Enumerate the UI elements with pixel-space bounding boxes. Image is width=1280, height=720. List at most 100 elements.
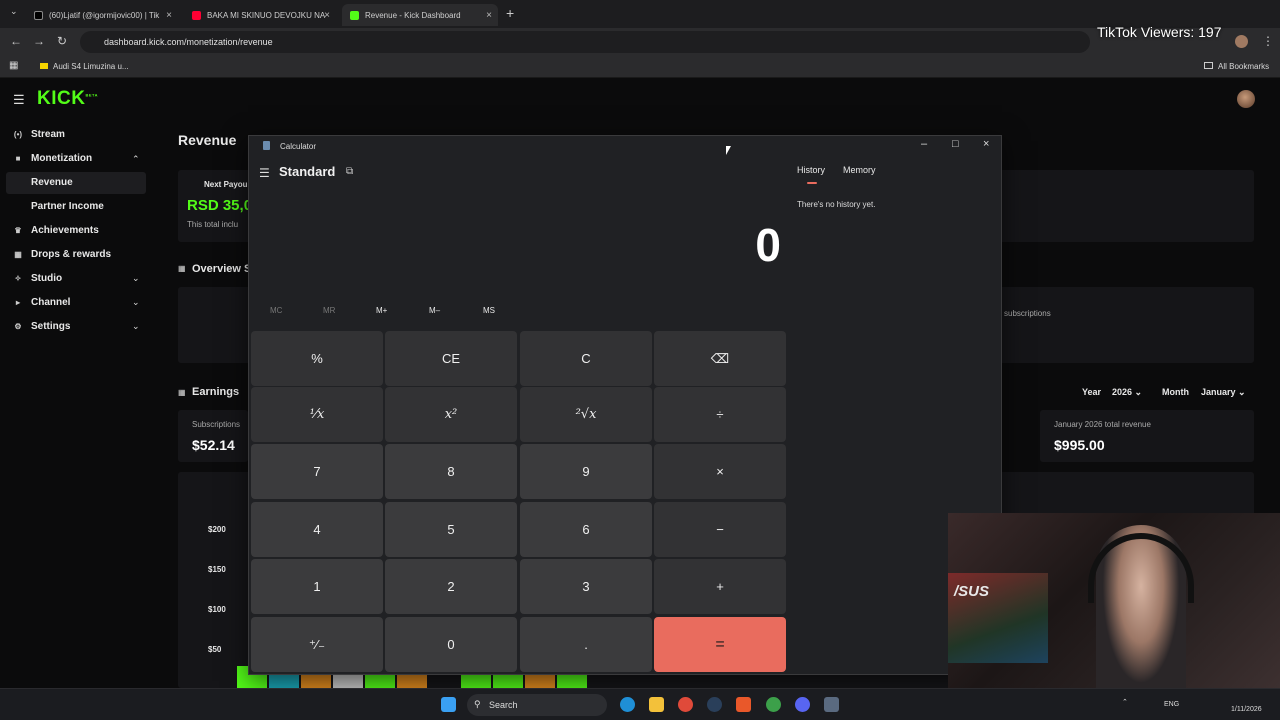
new-tab-icon[interactable]: + <box>506 5 514 21</box>
multiply-button[interactable]: × <box>654 444 786 499</box>
digit-8-button[interactable]: 8 <box>385 444 517 499</box>
percent-button[interactable]: % <box>251 331 383 386</box>
square-button[interactable]: x² <box>385 387 517 442</box>
digit-2-button[interactable]: 2 <box>385 559 517 614</box>
total-revenue-label: January 2026 total revenue <box>1054 420 1151 429</box>
sidebar-item-partner-income[interactable]: Partner Income <box>31 201 104 212</box>
clear-button[interactable]: C <box>520 331 652 386</box>
tab-title: Revenue - Kick Dashboard <box>365 10 461 20</box>
close-icon[interactable]: × <box>983 138 989 150</box>
sidebar-item-monetization[interactable]: ■ Monetization <box>12 153 93 164</box>
bookmark-audi[interactable]: Audi S4 Limuzina u... <box>40 62 129 71</box>
windows-start-icon[interactable] <box>441 697 456 712</box>
youtube-favicon-icon <box>192 10 201 20</box>
profile-avatar-icon[interactable] <box>1235 35 1248 48</box>
chrome-canary-icon[interactable] <box>766 697 781 712</box>
memory-add-button[interactable]: M+ <box>376 306 387 315</box>
browser-tab-kick[interactable]: Revenue - Kick Dashboard × <box>342 4 498 26</box>
tray-chevron-icon[interactable]: ⌃ <box>1122 698 1128 706</box>
sidebar-item-stream[interactable]: (•) Stream <box>12 129 65 140</box>
kick-favicon-icon <box>350 10 359 20</box>
memory-subtract-button[interactable]: M– <box>429 306 440 315</box>
sidebar-label: Studio <box>31 273 63 284</box>
navigation-menu-icon[interactable]: ☰ <box>259 166 270 180</box>
discord-icon[interactable] <box>795 697 810 712</box>
user-avatar[interactable] <box>1237 90 1255 108</box>
gear-icon: ⚙ <box>14 322 22 331</box>
reciprocal-button[interactable]: ¹⁄x <box>251 387 383 442</box>
payout-label: Next Payou <box>204 180 248 189</box>
chevron-up-icon[interactable]: ⌃ <box>132 154 140 165</box>
window-title: Calculator <box>280 142 317 151</box>
subtract-button[interactable]: − <box>654 502 786 557</box>
year-value: 2026 <box>1112 387 1133 397</box>
chevron-down-icon: ⌄ <box>1238 387 1246 397</box>
add-button[interactable]: + <box>654 559 786 614</box>
digit-1-button[interactable]: 1 <box>251 559 383 614</box>
trophy-icon: ♛ <box>14 226 22 235</box>
address-bar[interactable]: dashboard.kick.com/monetization/revenue <box>80 31 1090 53</box>
subscriptions-earnings-label: Subscriptions <box>192 420 241 429</box>
chevron-down-icon[interactable]: ⌄ <box>132 297 140 308</box>
sidebar-item-achievements[interactable]: ♛ Achievements <box>12 225 98 236</box>
language-indicator[interactable]: ENG <box>1164 701 1179 708</box>
reload-icon[interactable]: ↻ <box>57 34 67 48</box>
taskbar-search[interactable]: ⚲ Search <box>467 694 607 716</box>
close-tab-icon[interactable]: × <box>486 10 492 21</box>
chevron-down-icon[interactable]: ⌄ <box>132 273 140 284</box>
tiktok-viewers-overlay: TikTok Viewers: 197 <box>1097 24 1222 40</box>
close-tab-icon[interactable]: × <box>324 10 330 21</box>
decimal-button[interactable]: . <box>520 617 652 672</box>
keep-on-top-icon[interactable]: ⧉ <box>346 166 353 177</box>
tab-list-chevron-icon[interactable]: ⌄ <box>10 6 18 17</box>
chrome-icon[interactable] <box>678 697 693 712</box>
digit-3-button[interactable]: 3 <box>520 559 652 614</box>
digit-6-button[interactable]: 6 <box>520 502 652 557</box>
close-tab-icon[interactable]: × <box>166 10 172 21</box>
subscriptions-card: Subscriptions $52.14 <box>178 410 248 462</box>
kick-logo[interactable]: KICKBETA <box>37 88 98 110</box>
forward-icon[interactable]: → <box>33 34 45 48</box>
clock-date[interactable]: 1/11/2026 <box>1231 706 1262 713</box>
minimize-icon[interactable]: – <box>921 138 927 150</box>
digit-4-button[interactable]: 4 <box>251 502 383 557</box>
month-select[interactable]: January ⌄ <box>1201 387 1246 398</box>
sidebar-item-channel[interactable]: ▸ Channel <box>12 297 70 308</box>
menu-kebab-icon[interactable]: ⋮ <box>1262 34 1274 48</box>
square-root-button[interactable]: ²√x <box>520 387 652 442</box>
browser-tab-youtube[interactable]: BAKA MI SKINUO DEVOJKU NA × <box>184 4 336 26</box>
chart-tick: $50 <box>208 645 222 654</box>
brave-icon[interactable] <box>736 697 751 712</box>
digit-0-button[interactable]: 0 <box>385 617 517 672</box>
edge-icon[interactable] <box>620 697 635 712</box>
backspace-button[interactable]: ⌫ <box>654 331 786 386</box>
sidebar-item-studio[interactable]: ✧ Studio <box>12 273 62 284</box>
calculator-window[interactable]: Calculator – □ × ☰ Standard ⧉ 0 MC MR M+… <box>248 135 1002 675</box>
sidebar-item-drops[interactable]: ▦ Drops & rewards <box>12 249 111 260</box>
chevron-down-icon[interactable]: ⌄ <box>132 321 140 332</box>
memory-store-button[interactable]: MS <box>483 306 495 315</box>
history-tab[interactable]: History <box>797 165 825 175</box>
digit-5-button[interactable]: 5 <box>385 502 517 557</box>
steam-icon[interactable] <box>707 697 722 712</box>
divide-button[interactable]: ÷ <box>654 387 786 442</box>
year-select[interactable]: 2026 ⌄ <box>1112 387 1142 398</box>
digit-9-button[interactable]: 9 <box>520 444 652 499</box>
file-explorer-icon[interactable] <box>649 697 664 712</box>
sidebar-selected-highlight <box>6 172 146 194</box>
maximize-icon[interactable]: □ <box>952 138 959 150</box>
year-label: Year <box>1082 387 1102 397</box>
apps-grid-icon[interactable]: ▦ <box>9 60 18 71</box>
back-icon[interactable]: ← <box>10 34 22 48</box>
memory-tab[interactable]: Memory <box>843 165 876 175</box>
sidebar-item-revenue[interactable]: Revenue <box>31 177 73 188</box>
clear-entry-button[interactable]: CE <box>385 331 517 386</box>
negate-button[interactable]: ⁺⁄₋ <box>251 617 383 672</box>
digit-7-button[interactable]: 7 <box>251 444 383 499</box>
hamburger-menu-icon[interactable]: ☰ <box>13 92 25 108</box>
sidebar-item-settings[interactable]: ⚙ Settings <box>12 321 70 332</box>
calculator-taskbar-icon[interactable] <box>824 697 839 712</box>
equals-button[interactable]: = <box>654 617 786 672</box>
all-bookmarks[interactable]: All Bookmarks <box>1204 62 1269 71</box>
browser-tab-tiktok[interactable]: (60)Ljatif (@igormijovic00) | Tik × <box>26 4 178 26</box>
